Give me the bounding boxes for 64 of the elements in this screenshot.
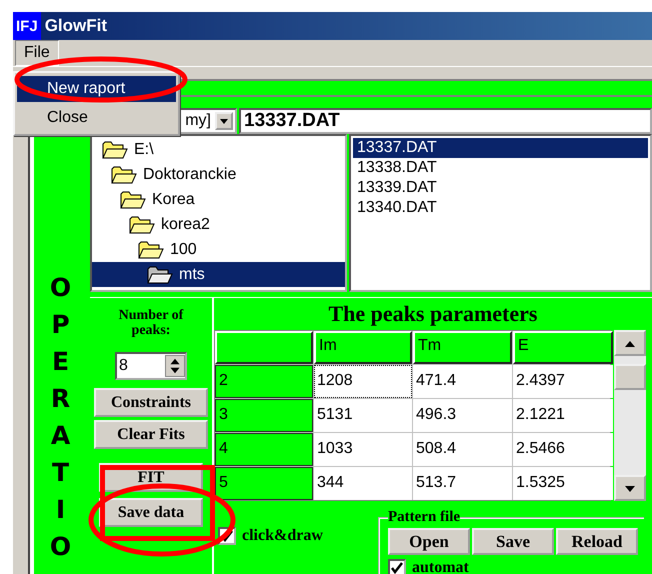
down-arrow-icon [625,486,635,492]
folder-icon [102,140,128,160]
listbox-item[interactable]: 13338.DAT [353,158,648,178]
up-arrow-icon [625,341,635,347]
column-header: Im [314,331,412,364]
peaks-spinner[interactable]: 8 [115,352,187,380]
pattern-button[interactable]: Open [388,528,470,555]
constraints-button[interactable]: Constraints [94,388,208,417]
menu-item[interactable]: File [15,40,59,66]
scrollbar[interactable] [614,330,646,501]
folder-item[interactable]: mts [92,262,345,287]
listbox-item[interactable]: 13337.DAT [353,138,648,158]
folder-item[interactable]: 100 [92,237,345,262]
vertical-title: OPERATIO [48,272,72,563]
folder-icon [129,214,155,234]
folder-item[interactable]: Doktoranckie [92,162,345,187]
menu-entry[interactable]: Close [17,105,176,131]
row-header: 5 [215,467,313,500]
folder-icon [111,164,137,184]
table-cell[interactable]: 496.3 [413,399,512,432]
folder-icon [138,240,164,260]
row-header: 2 [215,365,313,398]
check-icon [391,562,403,574]
listbox-item[interactable]: 13340.DAT [353,198,648,218]
scroll-up-button[interactable] [614,330,646,356]
table-title: The peaks parameters [328,300,538,328]
listbox-item[interactable]: 13339.DAT [353,178,648,198]
table-cell[interactable]: 1208 [314,365,412,398]
scroll-down-button[interactable] [614,475,646,501]
checkbox[interactable] [388,559,406,574]
window-title: GlowFit [44,16,108,36]
folder-icon [147,264,173,284]
pattern-button[interactable]: Save [472,528,554,555]
clear-fits-button[interactable]: Clear Fits [94,420,208,449]
table-cell[interactable]: 344 [314,467,412,500]
table-cell[interactable]: 1.5325 [513,467,613,500]
group-title: Pattern file [388,509,460,526]
table-cell[interactable]: 471.4 [413,365,512,398]
automat-label: automat [412,559,469,574]
column-header: E [513,331,613,364]
file-name-field[interactable]: 13337.DAT [239,108,652,134]
column-header: Tm [413,331,512,364]
spin-arrows-icon[interactable] [165,355,185,377]
folder-item[interactable]: E:\ [92,137,345,162]
table-cell[interactable]: 2.1221 [513,399,613,432]
table-cell[interactable]: 508.4 [413,433,512,466]
table-cell[interactable]: 2.5466 [513,433,613,466]
table-cell[interactable]: 513.7 [413,467,512,500]
click-draw-label: click&draw [242,527,323,545]
scroll-thumb[interactable] [614,364,646,390]
table-cell[interactable]: 5131 [314,399,412,432]
caret-icon [220,118,228,124]
save-data-button[interactable]: Save data [99,498,203,527]
folder-item[interactable]: korea2 [92,212,345,237]
row-header: 3 [215,399,313,432]
peaks-label: Number of peaks: [118,308,184,338]
folder-icon [120,190,146,210]
table-cell[interactable]: 1033 [314,433,412,466]
folder-item[interactable]: Korea [92,187,345,212]
table-cell[interactable]: 2.4397 [513,365,613,398]
app-icon: IFJ [13,12,41,40]
row-header: 4 [215,433,313,466]
pattern-button[interactable]: Reload [556,528,638,555]
check-icon [221,530,233,542]
